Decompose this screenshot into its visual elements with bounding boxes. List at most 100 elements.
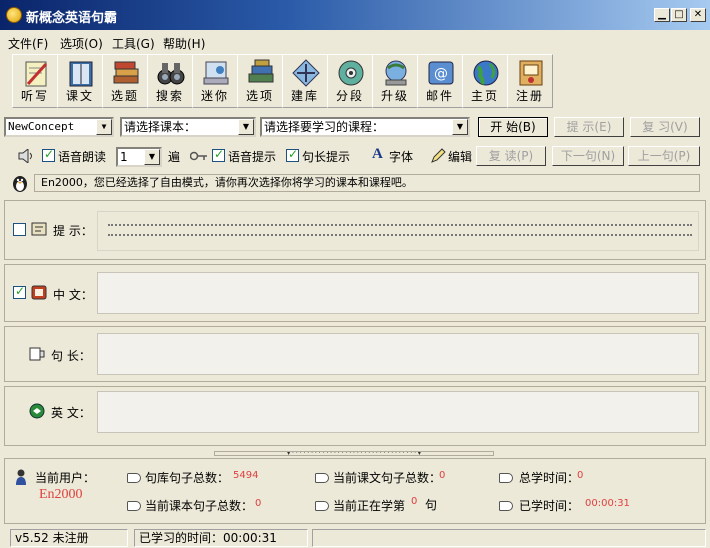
menu-options[interactable]: 选项(O): [60, 35, 103, 52]
tool-options-button[interactable]: 选项: [237, 54, 283, 108]
hint-dotted-line: [108, 224, 692, 226]
edit-button[interactable]: 编辑: [448, 148, 472, 165]
penguin-icon: [13, 176, 27, 192]
upgrade-globe-icon: [385, 60, 407, 86]
hint-button[interactable]: 提 示(E): [554, 117, 624, 137]
tool-select-topic-button[interactable]: 选题: [102, 54, 148, 108]
textbook-select[interactable]: 请选择课本： ▼: [120, 117, 256, 137]
length-panel: 句 长：: [4, 326, 706, 382]
english-label: 英 文：: [51, 406, 91, 420]
length-display: [97, 333, 699, 375]
chevron-down-icon[interactable]: ▼: [452, 119, 468, 135]
english-panel: 英 文：: [4, 386, 706, 446]
register-certificate-icon: [519, 60, 543, 86]
hint-display: [97, 211, 699, 251]
hint-label: 提 示：: [53, 224, 93, 238]
prev-sentence-button[interactable]: 上一句(P): [628, 146, 700, 166]
library-select[interactable]: NewConcept ▼: [4, 117, 114, 137]
tool-build-library-button[interactable]: 建库: [282, 54, 328, 108]
menu-file[interactable]: 文件(F): [8, 35, 48, 52]
toolbar: 听写 课文 选题 搜索 迷你 选项 建库 分段 升级 @ 邮件 主页 注册: [8, 54, 708, 108]
tool-upgrade-button[interactable]: 升级: [372, 54, 418, 108]
segment-disc-icon: [338, 60, 364, 86]
homepage-globe-icon: [473, 60, 499, 86]
key-icon: [190, 151, 207, 161]
version-status: v5.52 未注册: [10, 529, 128, 547]
length-label: 句 长：: [51, 349, 91, 363]
repeat-count-select[interactable]: 1 ▼: [116, 147, 162, 167]
font-icon: A: [372, 146, 383, 162]
pointing-hand-icon: [499, 501, 513, 511]
hint-dotted-line: [108, 234, 692, 236]
learned-time-value: 00:00:31: [585, 498, 630, 509]
mini-window-icon: [203, 61, 229, 85]
total-time-value: 0: [577, 470, 584, 481]
tool-text-button[interactable]: 课文: [57, 54, 103, 108]
tool-search-button[interactable]: 搜索: [147, 54, 193, 108]
voice-hint-checkbox[interactable]: [212, 147, 225, 162]
current-learning-unit: 句: [425, 498, 438, 512]
length-hint-label: 句长提示: [302, 150, 351, 164]
pointing-hand-icon: [315, 473, 329, 483]
current-user-label: 当前用户：: [35, 471, 96, 485]
elapsed-status: 已学习的时间：00:00:31: [134, 529, 308, 547]
tool-segment-button[interactable]: 分段: [327, 54, 373, 108]
english-text-area[interactable]: [97, 391, 699, 433]
lesson-sentences-value: 0: [439, 470, 446, 481]
status-bar: v5.52 未注册 已学习的时间：00:00:31: [0, 528, 710, 548]
length-hint-checkbox[interactable]: [286, 147, 299, 162]
tool-mail-button[interactable]: @ 邮件: [417, 54, 463, 108]
chinese-icon: [31, 285, 47, 300]
menu-tools[interactable]: 工具(G): [112, 35, 155, 52]
minimize-button[interactable]: ▁: [654, 8, 670, 22]
chinese-text-area[interactable]: [97, 272, 699, 314]
current-user-value: En2000: [39, 487, 83, 502]
stats-panel: 当前用户： En2000 句库句子总数： 5494 当前课文句子总数： 0 总学…: [4, 458, 706, 524]
review-button[interactable]: 复 习(V): [630, 117, 700, 137]
tool-homepage-button[interactable]: 主页: [462, 54, 508, 108]
books-stack-icon: [113, 61, 139, 84]
repeat-unit-label: 遍: [168, 150, 181, 164]
tool-mini-button[interactable]: 迷你: [192, 54, 238, 108]
build-library-icon: [292, 59, 320, 87]
chevron-down-icon[interactable]: ▼: [96, 119, 112, 135]
pointing-hand-icon: [127, 473, 141, 483]
book-sentences-value: 0: [255, 498, 262, 509]
message-bar: En2000，您已经选择了自由模式，请你再次选择你将学习的课本和课程吧。: [34, 174, 700, 192]
app-icon: [6, 7, 22, 23]
start-button[interactable]: 开 始(B): [478, 117, 548, 137]
total-time-label: 总学时间：: [519, 471, 580, 485]
learned-time-label: 已学时间：: [519, 499, 580, 513]
chinese-label: 中 文：: [53, 288, 93, 302]
menu-help[interactable]: 帮助(H): [163, 35, 205, 52]
current-learning-label: 当前正在学第: [333, 499, 406, 513]
font-button[interactable]: 字体: [389, 148, 413, 165]
title-bar: 新概念英语句霸 ▁ □ ✕: [0, 0, 710, 30]
maximize-button[interactable]: □: [671, 8, 687, 22]
svg-text:@: @: [434, 66, 448, 82]
length-icon: [29, 347, 45, 361]
current-learning-value: 0: [411, 496, 418, 507]
book-icon: [69, 61, 93, 87]
hint-panel: 提 示：: [4, 200, 706, 260]
tool-dictation-button[interactable]: 听写: [12, 54, 58, 108]
tool-register-button[interactable]: 注册: [507, 54, 553, 108]
close-button[interactable]: ✕: [690, 8, 706, 22]
splitter-handle[interactable]: ▾ · · · · · · · · · · · · · · · · · · · …: [214, 451, 494, 457]
chinese-checkbox[interactable]: [13, 284, 26, 299]
binoculars-icon: [157, 63, 185, 85]
empty-status-cell: [312, 529, 706, 547]
next-sentence-button[interactable]: 下一句(N): [552, 146, 624, 166]
chevron-down-icon[interactable]: ▼: [144, 149, 160, 165]
options-books-icon: [248, 59, 274, 83]
window-title: 新概念英语句霸: [26, 11, 118, 26]
english-icon: [29, 403, 45, 419]
pointing-hand-icon: [315, 501, 329, 511]
reread-button[interactable]: 复 读(P): [476, 146, 546, 166]
total-sentences-value: 5494: [233, 470, 259, 481]
dictation-icon: [25, 61, 48, 87]
chevron-down-icon[interactable]: ▼: [238, 119, 254, 135]
voice-read-checkbox[interactable]: [42, 147, 55, 162]
hint-checkbox[interactable]: [13, 223, 26, 236]
lesson-select[interactable]: 请选择要学习的课程： ▼: [260, 117, 470, 137]
